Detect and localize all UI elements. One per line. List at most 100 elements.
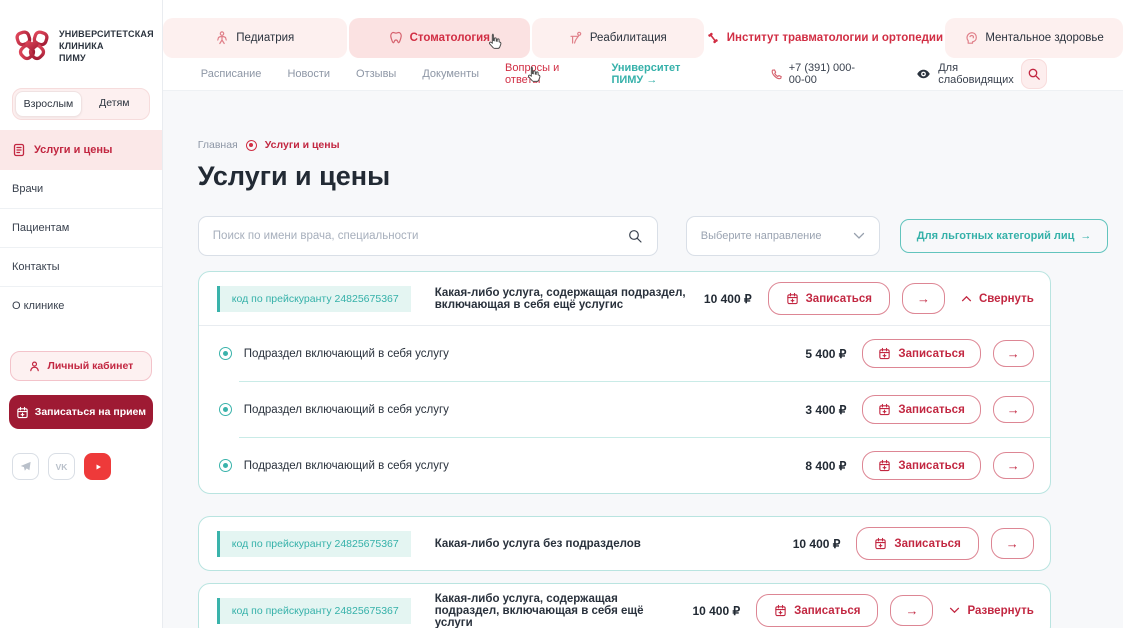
doctor-search-field (198, 216, 658, 256)
nav-reviews[interactable]: Отзывы (356, 68, 396, 80)
university-link[interactable]: Университет ПИМУ → (611, 62, 713, 86)
main-column: Педиатрия Стоматология Реабилитация (163, 0, 1123, 628)
calendar-icon (774, 604, 787, 617)
sidebar-item-label: Врачи (12, 183, 43, 195)
tab-label: Педиатрия (236, 32, 294, 44)
price-code-badge: код по прейскуранту 24825675367 (217, 531, 411, 557)
chevron-up-icon (961, 295, 972, 302)
book-button[interactable]: Записаться (856, 527, 978, 560)
book-button[interactable]: Записаться (862, 339, 980, 368)
price-code-badge: код по прейскуранту 24825675367 (217, 598, 411, 624)
service-row: код по прейскуранту 24825675367 Какая-ли… (199, 272, 1050, 325)
appointment-button[interactable]: Записаться на прием (9, 395, 153, 429)
tab-rehabilitation[interactable]: Реабилитация (532, 18, 704, 58)
sub-service-marker-icon (219, 403, 232, 416)
bone-icon (706, 31, 720, 45)
eye-icon (916, 68, 931, 80)
calendar-icon (878, 347, 891, 360)
breadcrumb-home[interactable]: Главная (198, 139, 238, 151)
account-button-label: Личный кабинет (47, 360, 133, 372)
toggle-children[interactable]: Детям (82, 91, 147, 117)
pediatrics-icon (215, 31, 229, 45)
service-row: код по прейскуранту 24825675367 Какая-ли… (199, 517, 1050, 570)
sub-service-name: Подраздел включающий в себя услугу (244, 460, 806, 472)
document-icon (12, 143, 26, 157)
service-arrow-button[interactable]: → (890, 595, 933, 626)
clinic-name: УНИВЕРСИТЕТСКАЯ КЛИНИКА ПИМУ (59, 29, 154, 64)
sub-service-row: Подраздел включающий в себя услугу 3 400… (199, 382, 1050, 437)
book-button[interactable]: Записаться (768, 282, 890, 315)
sidebar-item-about[interactable]: О клинике (0, 287, 162, 325)
book-button[interactable]: Записаться (862, 451, 980, 480)
accessibility-label: Для слабовидящих (938, 62, 1021, 86)
doctor-search-input[interactable] (213, 230, 627, 242)
service-arrow-button[interactable]: → (991, 528, 1034, 559)
sidebar-item-services[interactable]: Услуги и цены (0, 130, 162, 170)
book-button[interactable]: Записаться (756, 594, 878, 627)
service-price: 10 400 ₽ (692, 604, 740, 618)
price-code-badge: код по прейскуранту 24825675367 (217, 286, 411, 312)
service-row: код по прейскуранту 24825675367 Какая-ли… (199, 584, 1050, 628)
nav-documents[interactable]: Документы (422, 68, 479, 80)
calendar-icon (874, 537, 887, 550)
service-arrow-button[interactable]: → (993, 340, 1034, 367)
service-price: 10 400 ₽ (704, 292, 752, 306)
chevron-down-icon (853, 232, 865, 240)
secondary-nav: Расписание Новости Отзывы Документы Вопр… (163, 58, 1123, 91)
tab-label: Институт травматологии и ортопедии (727, 32, 943, 44)
social-links: VK (12, 453, 162, 480)
service-name: Какая-либо услуга без подразделов (435, 538, 793, 550)
tab-label: Реабилитация (590, 32, 667, 44)
phone-number: +7 (391) 000-00-00 (789, 62, 868, 86)
tab-pediatrics[interactable]: Педиатрия (163, 18, 347, 58)
app-window: УНИВЕРСИТЕТСКАЯ КЛИНИКА ПИМУ Взрослым Де… (0, 0, 1123, 628)
toggle-adults[interactable]: Взрослым (15, 91, 82, 117)
search-icon[interactable] (627, 228, 643, 244)
accessibility-link[interactable]: Для слабовидящих (916, 62, 1021, 86)
sub-service-row: Подраздел включающий в себя услугу 5 400… (199, 326, 1050, 381)
service-arrow-button[interactable]: → (993, 396, 1034, 423)
sidebar-item-patients[interactable]: Пациентам (0, 209, 162, 248)
phone-link[interactable]: +7 (391) 000-00-00 (770, 62, 868, 86)
sub-service-price: 8 400 ₽ (805, 459, 846, 473)
vk-icon[interactable]: VK (48, 453, 75, 480)
department-tabs: Педиатрия Стоматология Реабилитация (163, 18, 1123, 58)
nav-faq[interactable]: Вопросы и ответы (505, 62, 585, 86)
sidebar-item-doctors[interactable]: Врачи (0, 170, 162, 209)
service-arrow-button[interactable]: → (902, 283, 945, 314)
book-button[interactable]: Записаться (862, 395, 980, 424)
tab-label: Ментальное здоровье (985, 32, 1103, 44)
service-price: 10 400 ₽ (793, 537, 841, 551)
clinic-logo[interactable]: УНИВЕРСИТЕТСКАЯ КЛИНИКА ПИМУ (12, 28, 154, 66)
sidebar-item-label: О клинике (12, 300, 64, 312)
service-arrow-button[interactable]: → (993, 452, 1034, 479)
nav-news[interactable]: Новости (287, 68, 330, 80)
breadcrumb-dot-icon (246, 140, 257, 151)
tab-dentistry[interactable]: Стоматология (349, 18, 530, 58)
calendar-icon (786, 292, 799, 305)
sidebar-item-label: Контакты (12, 261, 60, 273)
expand-toggle[interactable]: Развернуть (949, 605, 1033, 617)
sub-service-marker-icon (219, 459, 232, 472)
sidebar-menu: Услуги и цены Врачи Пациентам Контакты О… (0, 130, 162, 325)
nav-schedule[interactable]: Расписание (201, 68, 262, 80)
benefits-button[interactable]: Для льготных категорий лиц → (900, 219, 1109, 253)
calendar-icon (878, 403, 891, 416)
tab-traumatology[interactable]: Институт травматологии и ортопедии (706, 18, 943, 58)
direction-select[interactable]: Выберите направление (686, 216, 880, 256)
account-button[interactable]: Личный кабинет (10, 351, 152, 381)
calendar-icon (878, 459, 891, 472)
sidebar-item-contacts[interactable]: Контакты (0, 248, 162, 287)
search-icon (1027, 67, 1041, 81)
youtube-icon[interactable] (84, 453, 111, 480)
sidebar-item-label: Пациентам (12, 222, 69, 234)
service-list: код по прейскуранту 24825675367 Какая-ли… (198, 271, 1051, 628)
sidebar-item-label: Услуги и цены (34, 144, 112, 156)
telegram-icon[interactable] (12, 453, 39, 480)
header-search-button[interactable] (1021, 59, 1047, 89)
collapse-toggle[interactable]: Свернуть (961, 293, 1034, 305)
filter-row: Выберите направление Для льготных катего… (198, 216, 1123, 256)
service-name: Какая-либо услуга, содержащая подраздел,… (435, 593, 693, 628)
breadcrumb-current: Услуги и цены (265, 139, 340, 151)
tab-mental-health[interactable]: Ментальное здоровье (945, 18, 1123, 58)
